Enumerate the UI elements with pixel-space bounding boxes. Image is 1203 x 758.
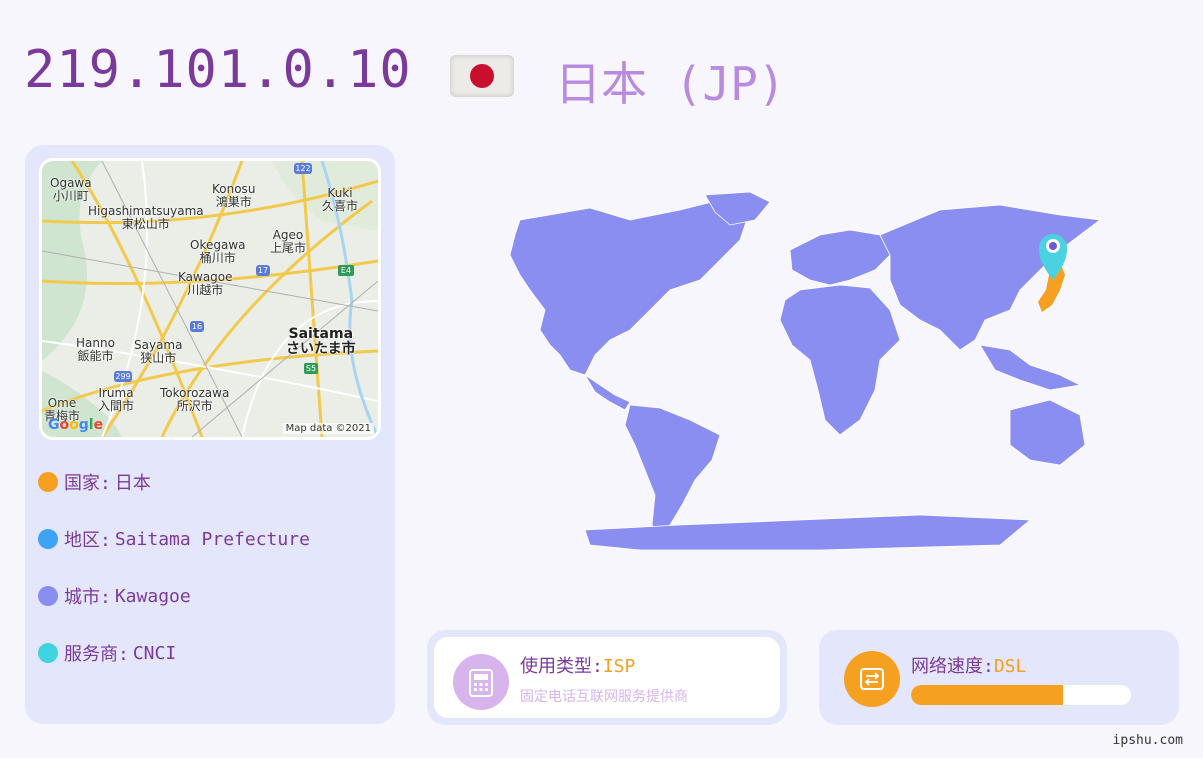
- map-label-sayama: Sayama 狭山市: [134, 338, 183, 365]
- map-credit: Map data ©2021: [282, 423, 374, 434]
- map-label-okegawa: Okegawa 桶川市: [190, 238, 246, 265]
- network-drive-icon: [844, 651, 900, 707]
- japan-flag-icon: [450, 55, 514, 97]
- site-watermark: ipshu.com: [1112, 733, 1183, 748]
- usage-type-value: ISP: [602, 656, 636, 677]
- australia-shape: [1009, 399, 1086, 466]
- map-label-higashimatsuyama: Higashimatsuyama 東松山市: [88, 204, 204, 231]
- city-bullet-icon: [38, 586, 58, 606]
- usage-type-description: 固定电话互联网服务提供商: [520, 689, 688, 705]
- map-label-hanno: Hanno 飯能市: [76, 336, 115, 363]
- speed-progress-bar: [911, 685, 1131, 705]
- usage-type-card: 使用类型:ISP 固定电话互联网服务提供商: [427, 630, 787, 725]
- map-label-konosu: Konosu 鴻巣市: [212, 182, 256, 209]
- speed-progress-fill: [911, 685, 1063, 705]
- region-bullet-icon: [38, 529, 58, 549]
- location-info-card: Ogawa 小川町 Konosu 鴻巣市 Kuki 久喜市 Higashimatsuy…: [25, 145, 395, 724]
- telephone-icon: [453, 654, 509, 710]
- country-label: 国家:: [64, 473, 111, 494]
- network-speed-card: 网络速度:DSL: [819, 630, 1179, 725]
- isp-value: CNCI: [132, 642, 177, 664]
- antarctica-shape: [584, 514, 1032, 551]
- isp-bullet-icon: [38, 643, 58, 663]
- map-label-kawagoe: Kawagoe 川越市: [178, 270, 233, 297]
- city-value: Kawagoe: [114, 585, 191, 607]
- map-label-kuki: Kuki 久喜市: [322, 186, 359, 213]
- country-value: 日本: [114, 473, 151, 494]
- info-country-row: 国家: 日本: [38, 469, 151, 495]
- map-label-ageo: Ageo 上尾市: [270, 228, 307, 255]
- map-label-iruma: Iruma 入間市: [98, 386, 135, 413]
- country-bullet-icon: [38, 472, 58, 492]
- asia-shape: [879, 204, 1102, 351]
- southeast-asia-shape: [979, 344, 1082, 391]
- central-america-shape: [584, 374, 631, 411]
- usage-type-title: 使用类型:ISP: [520, 656, 636, 677]
- isp-label: 服务商:: [64, 644, 129, 665]
- north-america-shape: [509, 199, 751, 376]
- location-mini-map[interactable]: Ogawa 小川町 Konosu 鴻巣市 Kuki 久喜市 Higashimatsuy…: [39, 158, 381, 440]
- region-label: 地区:: [64, 530, 111, 551]
- google-logo: Google: [48, 417, 104, 433]
- south-america-shape: [624, 404, 721, 541]
- info-region-row: 地区: Saitama Prefecture: [38, 526, 310, 552]
- info-isp-row: 服务商: CNCI: [38, 640, 176, 666]
- network-speed-title: 网络速度:DSL: [911, 656, 1027, 677]
- africa-shape: [779, 284, 901, 436]
- map-label-ogawa: Ogawa 小川町: [50, 176, 92, 203]
- info-city-row: 城市: Kawagoe: [38, 583, 191, 609]
- city-label: 城市:: [64, 587, 111, 608]
- country-title: 日本 (JP): [555, 57, 786, 111]
- world-map: [509, 191, 1102, 551]
- ip-lookup-page: 219.101.0.10 日本 (JP) Ogawa 小川町 Konosu 鴻巣…: [0, 0, 1203, 758]
- network-speed-value: DSL: [993, 656, 1027, 677]
- ip-address-title: 219.101.0.10: [24, 40, 412, 100]
- region-value: Saitama Prefecture: [114, 528, 310, 550]
- europe-shape: [789, 229, 891, 286]
- map-label-saitama: Saitama さいたま市: [286, 326, 356, 357]
- map-label-tokorozawa: Tokorozawa 所沢市: [160, 386, 230, 413]
